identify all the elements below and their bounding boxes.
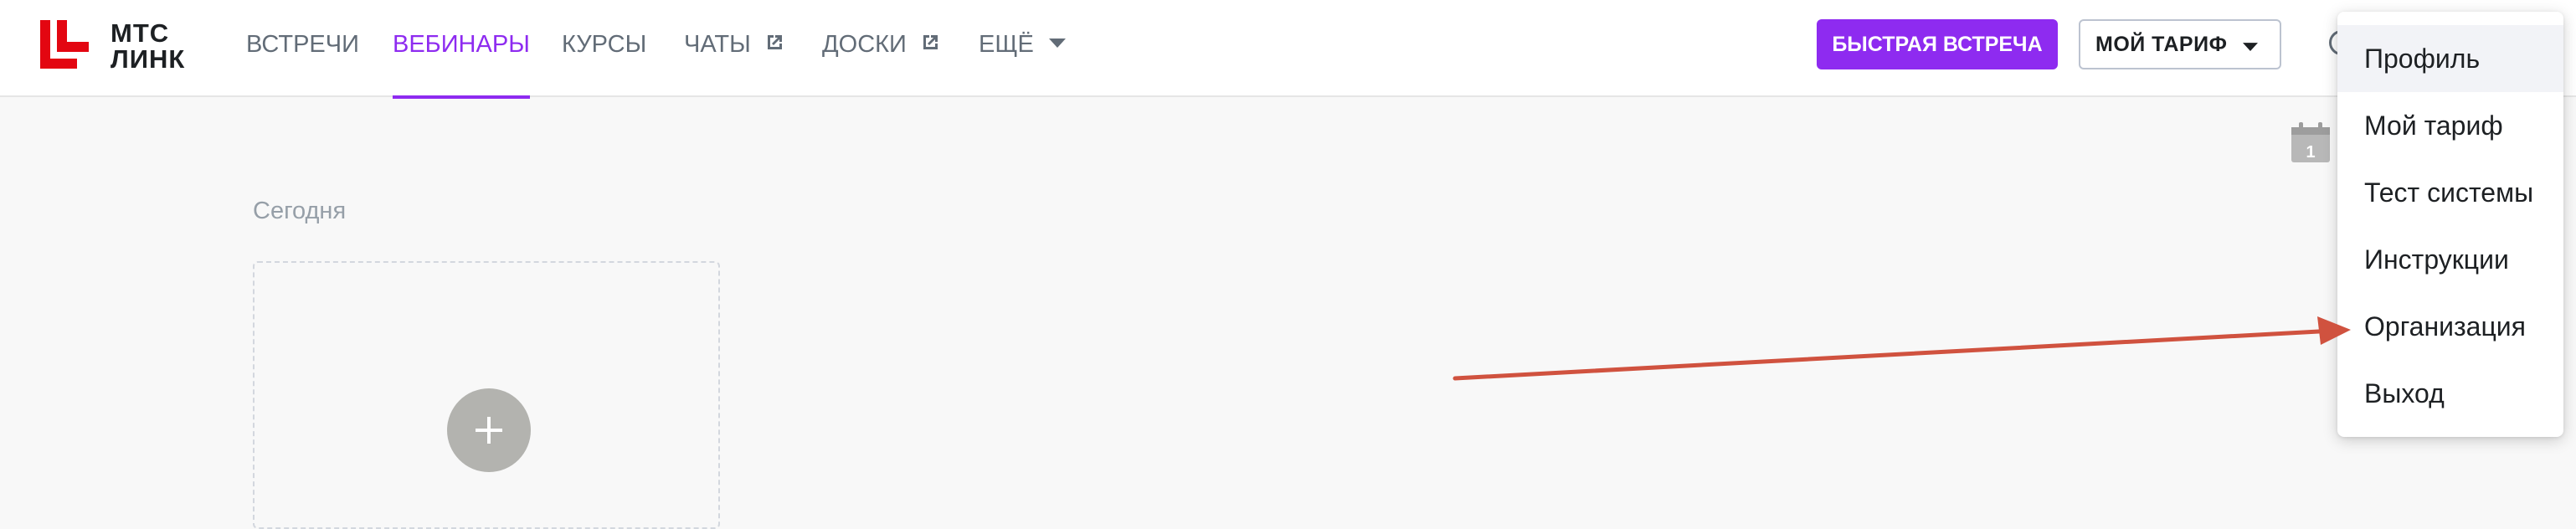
menu-item-profile[interactable]: Профиль xyxy=(2337,25,2563,92)
nav-item-meetings[interactable]: ВСТРЕЧИ xyxy=(246,0,359,97)
external-link-icon xyxy=(767,35,782,50)
my-tariff-label: МОЙ ТАРИФ xyxy=(2095,32,2228,56)
calendar-day-text: 1 xyxy=(2306,143,2315,162)
plus-icon xyxy=(476,417,502,444)
menu-item-logout[interactable]: Выход xyxy=(2337,360,2563,427)
quick-meeting-button[interactable]: БЫСТРАЯ ВСТРЕЧА xyxy=(1817,19,2058,69)
add-webinar-button[interactable] xyxy=(447,388,531,472)
nav-item-label: КУРСЫ xyxy=(562,31,647,58)
caret-down-icon xyxy=(2243,43,2258,51)
menu-item-label: Мой тариф xyxy=(2364,110,2503,141)
menu-item-instructions[interactable]: Инструкции xyxy=(2337,226,2563,293)
nav-item-more[interactable]: ЕЩЁ xyxy=(979,0,1066,97)
my-tariff-dropdown[interactable]: МОЙ ТАРИФ xyxy=(2079,19,2281,69)
quick-meeting-label: БЫСТРАЯ ВСТРЕЧА xyxy=(1832,32,2043,56)
logo-text-line2: ЛИНК xyxy=(111,44,186,74)
external-link-icon xyxy=(923,35,938,50)
nav-item-webinars[interactable]: ВЕБИНАРЫ xyxy=(393,0,530,99)
nav-item-label: ВСТРЕЧИ xyxy=(246,31,359,58)
nav-item-courses[interactable]: КУРСЫ xyxy=(562,0,646,97)
nav-item-label: ЕЩЁ xyxy=(979,31,1034,58)
menu-item-system-test[interactable]: Тест системы xyxy=(2337,159,2563,226)
calendar-icon[interactable]: 1 xyxy=(2291,122,2330,162)
nav-item-boards[interactable]: ДОСКИ xyxy=(822,0,940,97)
nav-item-chats[interactable]: ЧАТЫ xyxy=(684,0,784,97)
logo-text: МТС ЛИНК xyxy=(111,20,219,72)
menu-item-my-tariff[interactable]: Мой тариф xyxy=(2337,92,2563,159)
logo-text-line1: МТС xyxy=(111,18,170,48)
logo-mark-icon xyxy=(40,20,89,69)
annotation-arrow-shaft xyxy=(1453,329,2321,381)
create-webinar-card[interactable] xyxy=(253,261,720,529)
menu-item-label: Инструкции xyxy=(2364,244,2509,275)
nav-item-label: ЧАТЫ xyxy=(684,31,751,58)
top-bar: МТС ЛИНК ВСТРЕЧИ ВЕБИНАРЫ КУРСЫ ЧАТЫ ДОС… xyxy=(0,0,2576,99)
menu-item-label: Организация xyxy=(2364,311,2526,342)
nav-item-label: ДОСКИ xyxy=(822,31,907,58)
user-menu-dropdown: Профиль Мой тариф Тест системы Инструкци… xyxy=(2337,12,2563,437)
menu-item-label: Тест системы xyxy=(2364,177,2534,208)
caret-down-icon xyxy=(1048,39,1066,49)
menu-item-label: Профиль xyxy=(2364,44,2481,74)
section-title-today: Сегодня xyxy=(253,198,347,224)
menu-item-label: Выход xyxy=(2364,378,2445,408)
mts-link-logo[interactable]: МТС ЛИНК xyxy=(40,20,216,72)
menu-item-organization[interactable]: Организация xyxy=(2337,293,2563,360)
nav-item-label: ВЕБИНАРЫ xyxy=(393,31,530,58)
